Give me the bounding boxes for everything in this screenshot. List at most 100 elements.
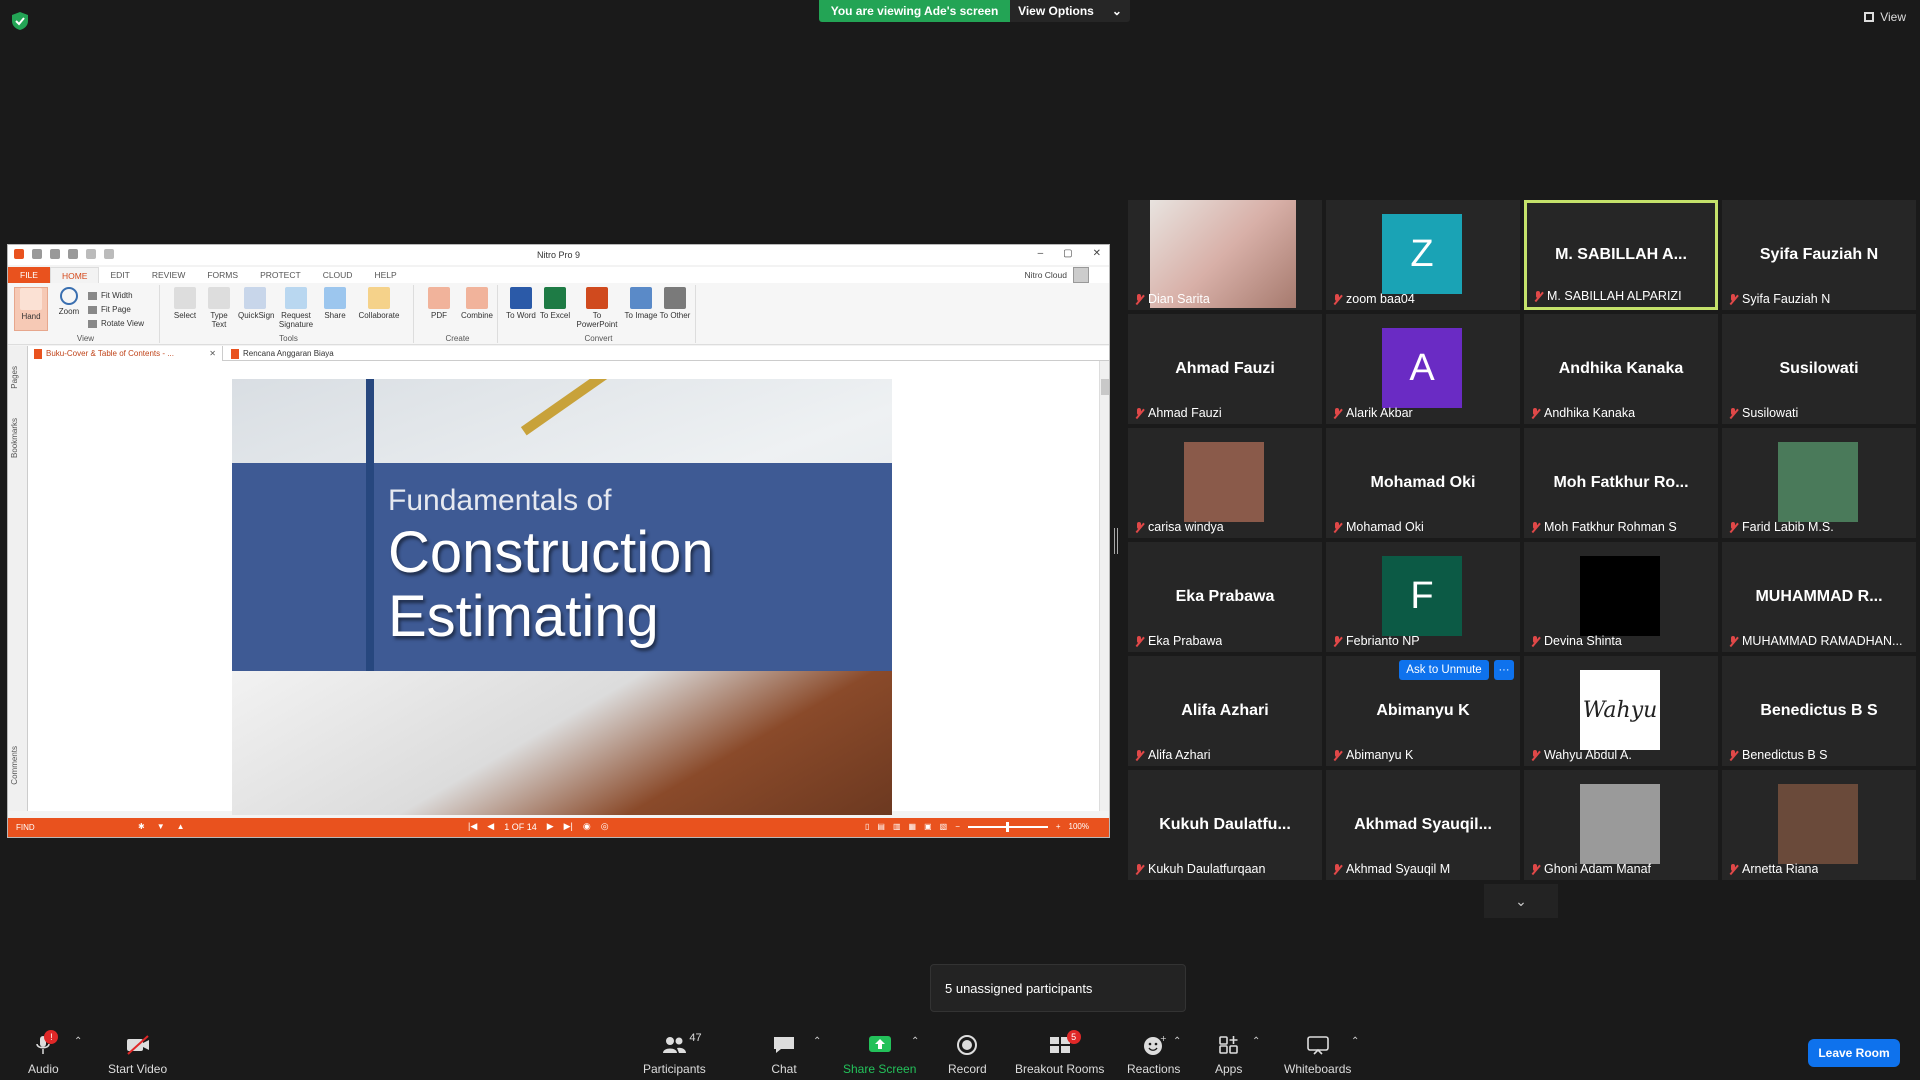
collaborate-button[interactable]: Collaborate [356,287,402,320]
whiteboards-button[interactable]: Whiteboards [1284,1034,1351,1076]
breakout-rooms-button[interactable]: 5 Breakout Rooms [1015,1030,1104,1076]
zoom-out-icon[interactable]: − [955,822,960,831]
share-button[interactable]: Share [318,287,352,320]
split-view-icon[interactable]: ▧ [940,822,948,831]
fit-width-button[interactable]: Fit Width [88,291,133,300]
maximize-icon[interactable]: ▢ [1063,248,1072,259]
facing-continuous-icon[interactable]: ▦ [909,822,917,831]
whiteboards-options-caret[interactable]: ⌃ [1351,1036,1359,1047]
nitro-cloud-account[interactable]: Nitro Cloud [1024,267,1089,283]
start-video-button[interactable]: Start Video [108,1034,167,1076]
select-button[interactable]: Select [168,287,202,320]
hand-button[interactable]: Hand [14,287,48,331]
up-arrow-icon[interactable]: ▲ [177,822,185,831]
gallery-next-page-button[interactable]: ⌄ [1484,884,1558,918]
tab-cloud[interactable]: CLOUD [312,267,364,283]
reactions-options-caret[interactable]: ⌃ [1173,1036,1181,1047]
participant-tile[interactable]: Wahyu Wahyu Abdul A. [1524,656,1718,766]
share-screen-button[interactable]: Share Screen [843,1034,916,1076]
splitter-handle[interactable] [1114,528,1118,554]
vertical-scrollbar[interactable] [1099,361,1109,811]
to-powerpoint-button[interactable]: To PowerPoint [572,287,622,329]
close-icon[interactable]: ✕ [1093,248,1101,259]
zoom-level[interactable]: 100% [1069,822,1089,831]
tab-review[interactable]: REVIEW [141,267,197,283]
tab-protect[interactable]: PROTECT [249,267,312,283]
down-arrow-icon[interactable]: ▼ [157,822,165,831]
apps-options-caret[interactable]: ⌃ [1252,1036,1260,1047]
back-view-icon[interactable]: ◉ [583,821,591,832]
participant-tile[interactable]: Andhika Kanaka Andhika Kanaka [1524,314,1718,424]
page-indicator[interactable]: 1 OF 14 [504,822,537,832]
view-options-button[interactable]: View Options ⌄ [1010,0,1130,22]
audio-button[interactable]: ! Audio [28,1030,59,1076]
chat-button[interactable]: Chat [771,1034,797,1076]
next-page-icon[interactable]: ▶ [547,821,554,832]
type-text-button[interactable]: Type Text [202,287,236,329]
continuous-view-icon[interactable]: ▤ [877,822,885,831]
participant-tile[interactable]: carisa windya [1128,428,1322,538]
to-word-button[interactable]: To Word [504,287,538,320]
last-page-icon[interactable]: ▶| [564,821,573,832]
participant-tile[interactable]: Arnetta Riana [1722,770,1916,880]
participant-tile[interactable]: Farid Labib M.S. [1722,428,1916,538]
rotate-view-button[interactable]: Rotate View [88,319,144,328]
ask-to-unmute-button[interactable]: Ask to Unmute [1399,660,1489,680]
full-screen-icon[interactable]: ▣ [924,822,932,831]
participant-tile[interactable]: Mohamad Oki Mohamad Oki [1326,428,1520,538]
first-page-icon[interactable]: |◀ [468,821,477,832]
to-image-button[interactable]: To Image [624,287,658,320]
pdf-button[interactable]: PDF [422,287,456,320]
settings-icon[interactable]: ✱ [138,822,145,831]
participant-tile[interactable]: M. SABILLAH A... M. SABILLAH ALPARIZI [1524,200,1718,310]
zoom-slider-handle[interactable] [1005,821,1009,832]
to-other-button[interactable]: To Other [658,287,692,320]
participant-tile[interactable]: Moh Fatkhur Ro... Moh Fatkhur Rohman S [1524,428,1718,538]
to-excel-button[interactable]: To Excel [538,287,572,320]
facing-view-icon[interactable]: ▥ [893,822,901,831]
participant-tile[interactable]: Devina Shinta [1524,542,1718,652]
security-shield-icon[interactable] [12,12,28,30]
participant-tile[interactable]: A Alarik Akbar [1326,314,1520,424]
pages-tab[interactable]: Pages [10,366,19,389]
view-button[interactable]: View [1864,10,1906,24]
comments-tab[interactable]: Comments [10,746,19,785]
participant-tile[interactable]: Alifa Azhari Alifa Azhari [1128,656,1322,766]
forward-view-icon[interactable]: ◎ [601,821,609,832]
participant-tile[interactable]: F Febrianto NP [1326,542,1520,652]
tab-help[interactable]: HELP [363,267,407,283]
tab-edit[interactable]: EDIT [99,267,140,283]
participant-tile[interactable]: Ghoni Adam Manaf [1524,770,1718,880]
zoom-slider[interactable] [967,821,1048,832]
single-page-view-icon[interactable]: ▯ [865,822,869,831]
record-button[interactable]: Record [948,1034,987,1076]
tab-forms[interactable]: FORMS [196,267,249,283]
close-tab-icon[interactable]: ✕ [209,349,216,358]
doc-tab-buku-cover[interactable]: Buku-Cover & Table of Contents - ... ✕ [28,346,223,361]
zoom-in-icon[interactable]: + [1056,822,1061,831]
participant-tile[interactable]: Benedictus B S Benedictus B S [1722,656,1916,766]
more-options-button[interactable]: ··· [1494,660,1514,680]
bookmarks-tab[interactable]: Bookmarks [10,418,19,458]
quicksign-button[interactable]: QuickSign [238,287,274,320]
request-signature-button[interactable]: Request Signature [276,287,316,329]
participant-tile[interactable]: Ahmad Fauzi Ahmad Fauzi [1128,314,1322,424]
audio-options-caret[interactable]: ⌃ [74,1036,82,1047]
participants-button[interactable]: 47 Participants [643,1032,706,1076]
participant-tile[interactable]: MUHAMMAD R... MUHAMMAD RAMADHAN... [1722,542,1916,652]
participant-tile[interactable]: Dian Sarita [1128,200,1322,310]
fit-page-button[interactable]: Fit Page [88,305,131,314]
participant-tile[interactable]: Kukuh Daulatfu... Kukuh Daulatfurqaan [1128,770,1322,880]
minimize-icon[interactable]: – [1038,248,1044,259]
doc-tab-rencana[interactable]: Rencana Anggaran Biaya [225,346,475,361]
share-options-caret[interactable]: ⌃ [911,1036,919,1047]
participant-tile[interactable]: Syifa Fauziah N Syifa Fauziah N [1722,200,1916,310]
leave-room-button[interactable]: Leave Room [1808,1039,1900,1067]
zoom-button[interactable]: Zoom [52,287,86,316]
scroll-thumb[interactable] [1101,379,1109,395]
tab-home[interactable]: HOME [49,267,100,283]
apps-button[interactable]: Apps [1215,1034,1242,1076]
tab-file[interactable]: FILE [8,267,50,283]
participant-tile[interactable]: Susilowati Susilowati [1722,314,1916,424]
find-button[interactable]: FIND [16,823,35,832]
